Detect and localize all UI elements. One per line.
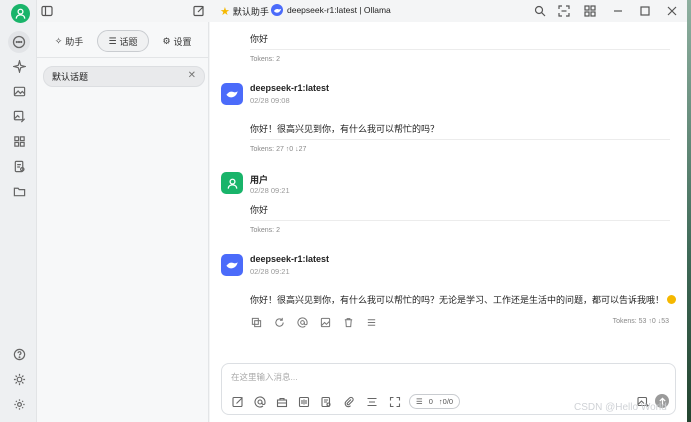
divider [250,139,670,140]
usage-count: ↑0/0 [438,397,454,406]
edit-icon[interactable] [231,395,244,408]
smile-emoji-icon [667,295,677,304]
new-topic-icon[interactable] [192,4,206,18]
sender-name: 用户 [250,175,269,185]
message-text: 你好！很高兴见到你，有什么我可以帮忙的吗？无论是学习、工作还是生活中的问题，都可… [250,295,665,305]
mention-icon[interactable] [253,395,266,408]
divider [250,49,670,50]
app-window: ★ 默认助手 deepseek-r1:latest | Ollama ✧ 助手 … [0,0,687,422]
tab-label: 设置 [173,36,192,47]
document-icon[interactable] [9,156,29,176]
mention-icon[interactable] [296,316,309,329]
maximize-icon[interactable] [638,4,652,18]
divider [250,220,670,221]
deepseek-avatar [221,83,243,105]
sparkle-icon: ✧ [54,35,63,46]
topic-sidebar: ✧ 助手 ☰ 话题 ⚙ 设置 默认话题 ✕ [37,22,209,422]
minimize-icon[interactable] [611,4,625,18]
list-icon: ☰ [416,397,423,406]
attach-icon[interactable] [342,395,355,408]
gear-icon: ⚙ [162,35,171,46]
message-time: 02/28 09:21 [250,267,290,276]
deepseek-avatar [221,254,243,276]
sidebar-tabs: ✧ 助手 ☰ 话题 ⚙ 设置 [37,30,209,52]
model-title: deepseek-r1:latest | Ollama [287,5,391,15]
folder-icon[interactable] [9,181,29,201]
user-avatar[interactable] [11,4,30,23]
close-icon[interactable]: ✕ [188,70,196,81]
tab-topics[interactable]: ☰ 话题 [97,30,149,52]
knowledge-icon[interactable] [319,395,332,408]
apps-icon[interactable] [9,131,29,151]
image-export-icon[interactable] [319,316,332,329]
translate-icon[interactable] [297,395,310,408]
help-icon[interactable] [9,344,29,364]
chat-icon[interactable] [8,31,30,53]
watermark: CSDN @Hello World [574,402,667,413]
sparkle-icon[interactable] [9,56,29,76]
desktop-wallpaper [687,0,691,422]
title-bar: ★ 默认助手 deepseek-r1:latest | Ollama [37,0,687,22]
deepseek-logo-icon [271,4,283,16]
token-count: Tokens: 2 [250,227,280,234]
token-count: Tokens: 27 ↑0 ↓27 [250,146,307,153]
tab-label: 助手 [65,36,84,47]
message-text: 你好 [250,34,269,44]
layout-grid-icon[interactable] [583,4,597,18]
divider [37,57,209,58]
close-window-icon[interactable] [665,4,679,18]
tab-settings[interactable]: ⚙ 设置 [157,30,197,52]
sun-icon[interactable] [9,369,29,389]
message-time: 02/28 09:21 [250,186,290,195]
sidebar-toggle-icon[interactable] [40,4,54,18]
search-icon[interactable] [533,4,547,18]
tab-label: 话题 [119,36,138,47]
message-text-row: 你好！很高兴见到你，有什么我可以帮忙的吗？无论是学习、工作还是生活中的问题，都可… [250,293,677,306]
star-icon: ★ [220,5,230,18]
user-avatar [221,172,243,194]
chat-area: 你好 Tokens: 2 deepseek-r1:latest 02/28 09… [210,22,687,422]
sender-name: deepseek-r1:latest [250,83,330,93]
expand-icon[interactable] [388,395,401,408]
image-icon[interactable] [9,81,29,101]
topic-item[interactable]: 默认话题 ✕ [43,66,205,87]
message-actions [250,316,378,330]
menu-icon[interactable] [365,316,378,329]
message-text: 你好 [250,205,269,215]
delete-icon[interactable] [342,316,355,329]
message-input[interactable] [231,370,631,384]
token-count: Tokens: 2 [250,56,280,63]
gear-icon[interactable] [9,394,29,414]
topic-label: 默认话题 [52,72,89,82]
message-text: 你好！很高兴见到你，有什么我可以帮忙的吗？ [250,124,440,134]
token-usage-pill[interactable]: ☰ 0 ↑0/0 [409,394,461,409]
image-edit-icon[interactable] [9,106,29,126]
message-time: 02/28 09:08 [250,96,290,105]
token-count: Tokens: 53 ↑0 ↓53 [612,318,669,325]
sender-name: deepseek-r1:latest [250,254,330,264]
assistant-label: 默认助手 [232,7,269,17]
fit-screen-icon[interactable] [557,4,571,18]
clear-context-icon[interactable] [365,395,378,408]
model-selector[interactable]: deepseek-r1:latest | Ollama [271,4,391,16]
assistant-selector[interactable]: ★ 默认助手 [220,5,269,18]
tab-assistants[interactable]: ✧ 助手 [49,30,89,52]
context-count: 0 [428,397,433,406]
copy-icon[interactable] [250,316,263,329]
list-icon: ☰ [108,35,117,46]
web-icon[interactable] [275,395,288,408]
nav-rail [0,0,37,422]
refresh-icon[interactable] [273,316,286,329]
